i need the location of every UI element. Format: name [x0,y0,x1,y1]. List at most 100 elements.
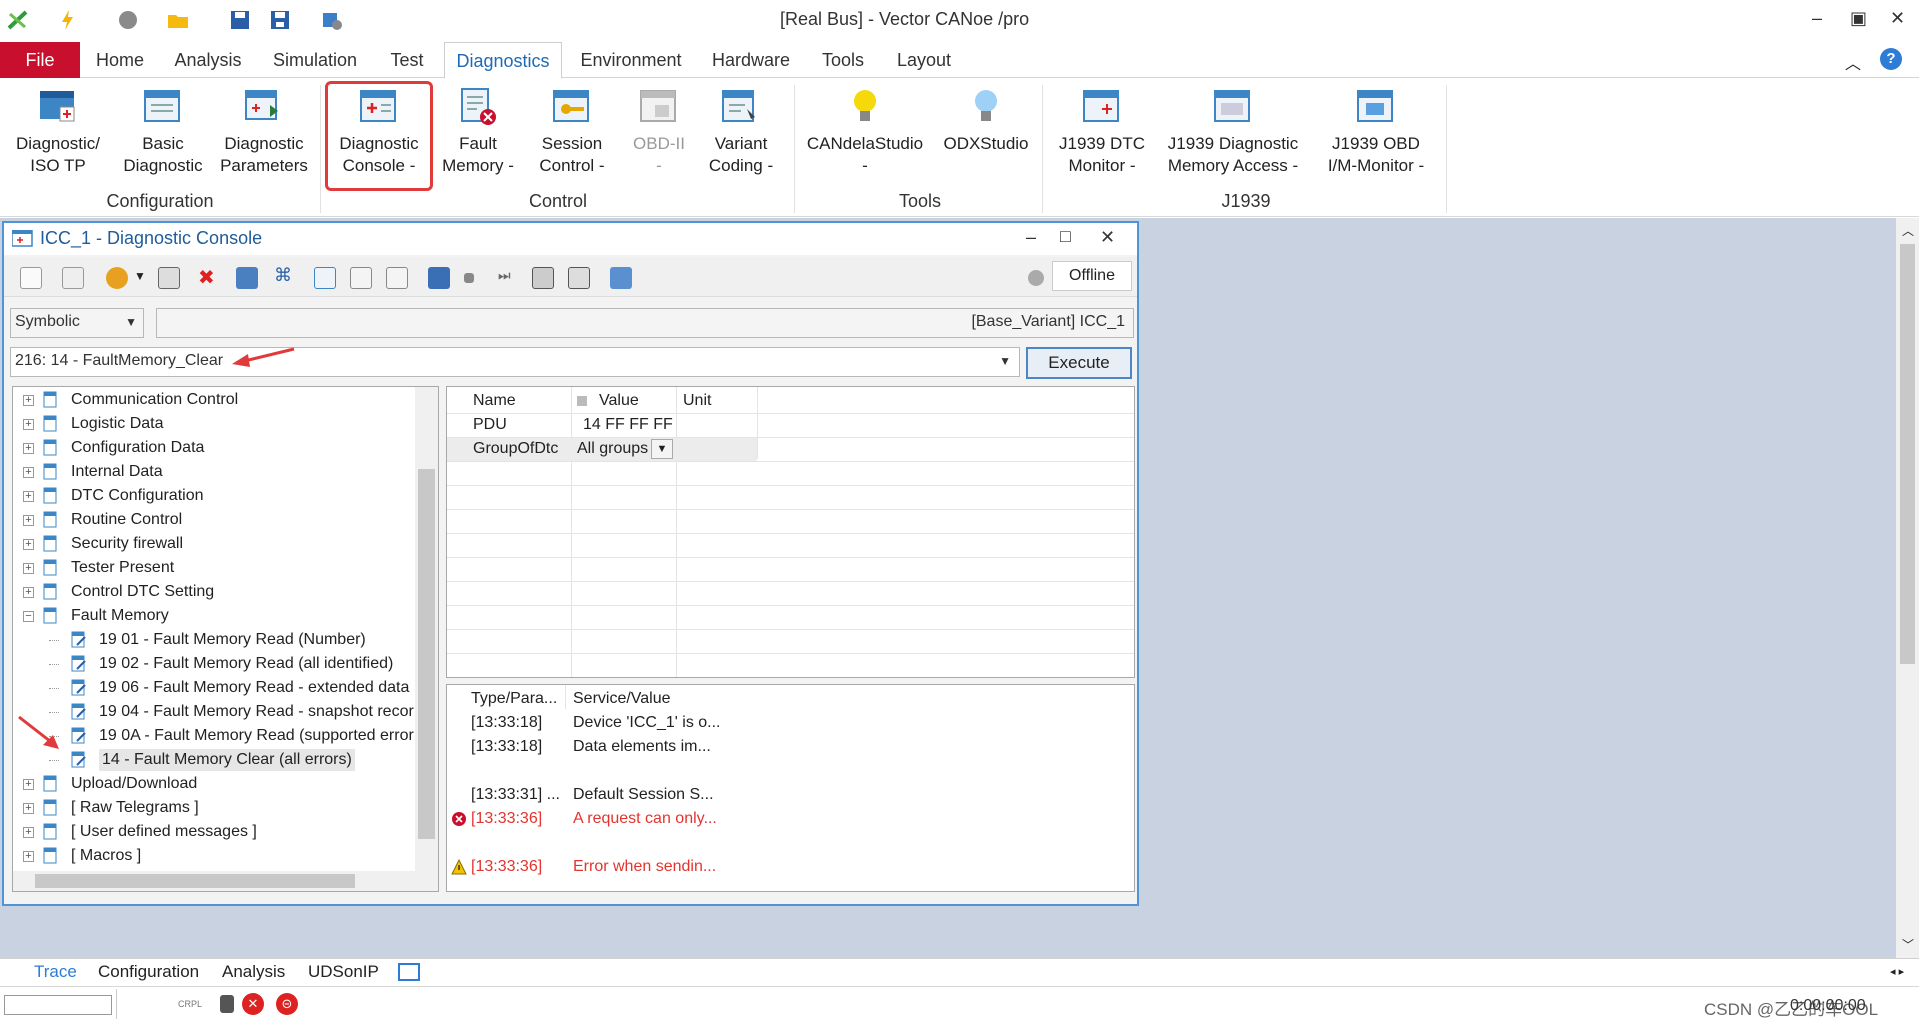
close-icon[interactable]: ✕ [1890,8,1905,29]
import-icon[interactable] [350,267,372,289]
window-icon[interactable] [610,267,632,289]
variant-coding-button[interactable]: Variant Coding - [698,87,784,177]
j1939-dtc-monitor-button[interactable]: J1939 DTC Monitor - [1050,87,1154,177]
restore-icon[interactable]: ▣ [1850,8,1867,29]
tree-subitem[interactable]: 14 - Fault Memory Clear (all errors) [99,749,355,771]
workspace-scrollbar[interactable]: ︿ ﹀ [1896,218,1919,958]
tree-item[interactable]: Logistic Data [71,413,164,435]
scroll-thumb[interactable] [1900,244,1915,664]
tree-expander-icon[interactable]: + [23,827,34,838]
tab-udsonip[interactable]: UDSonIP [308,962,379,982]
console-close-button[interactable]: ✕ [1100,227,1115,248]
table-icon[interactable] [158,267,180,289]
tab-diagnostics[interactable]: Diagnostics [444,42,562,79]
copy-icon[interactable] [62,267,84,289]
fault-memory-button[interactable]: Fault Memory - [440,87,516,177]
diagnostic-console-button[interactable]: Diagnostic Console - [330,87,428,177]
tree-expander-icon[interactable]: + [23,851,34,862]
tree-item[interactable]: DTC Configuration [71,485,204,507]
new-tab-icon[interactable] [398,963,420,981]
tree-item[interactable]: Control DTC Setting [71,581,214,603]
monitor-icon[interactable] [236,267,258,289]
grid-row-pdu-value[interactable]: 14 FF FF FF [583,413,673,437]
tree-expander-icon[interactable]: + [23,491,34,502]
tree-item[interactable]: Routine Control [71,509,182,531]
tree-subitem[interactable]: 19 04 - Fault Memory Read - snapshot rec… [99,701,414,723]
tree-item[interactable]: Configuration Data [71,437,204,459]
help-icon[interactable]: ? [1880,48,1902,70]
diagnostic-iso-tp-button[interactable]: Diagnostic/ ISO TP [8,87,108,177]
tab-file[interactable]: File [0,42,80,78]
tree-item[interactable]: [ Macros ] [71,845,141,867]
log-message[interactable]: Device 'ICC_1' is o... [573,711,721,735]
scroll-down-icon[interactable]: ﹀ [1902,936,1914,953]
panel-close-icon[interactable] [568,267,590,289]
refresh-icon[interactable] [106,267,128,289]
grid-row-group-value[interactable]: All groups [577,437,648,461]
panel-icon[interactable] [532,267,554,289]
odxstudio-button[interactable]: ODXStudio [934,87,1038,155]
document-icon[interactable] [386,267,408,289]
session-control-button[interactable]: Session Control - [526,87,618,177]
log-time[interactable]: [13:33:36] [471,807,542,831]
log-time[interactable]: [13:33:18] [471,711,542,735]
log-message[interactable]: Data elements im... [573,735,711,759]
log-message[interactable]: Error when sendin... [573,855,716,879]
collapse-ribbon-icon[interactable]: ︿ [1845,50,1861,74]
tree-item[interactable]: Security firewall [71,533,183,555]
tree-expander-icon[interactable]: + [23,515,34,526]
skip-icon[interactable]: ⏭ [498,267,511,284]
log-time[interactable]: [13:33:18] [471,735,542,759]
config-icon[interactable] [320,8,344,32]
log-message[interactable]: A request can only... [573,807,717,831]
tree-item[interactable]: Tester Present [71,557,174,579]
execute-button[interactable]: Execute [1026,347,1132,379]
tree-subitem[interactable]: 19 02 - Fault Memory Read (all identifie… [99,653,393,675]
lightning-start-icon[interactable] [56,8,80,32]
log-message[interactable]: Default Session S... [573,783,714,807]
scroll-up-icon[interactable]: ︿ [1902,222,1914,239]
tree-expander-icon[interactable]: + [23,443,34,454]
tab-tools[interactable]: Tools [812,42,874,78]
tab-analysis-bottom[interactable]: Analysis [222,962,285,982]
tab-trace[interactable]: Trace [34,962,77,982]
print-icon[interactable] [20,267,42,289]
tab-environment[interactable]: Environment [574,42,688,78]
tree-expander-icon[interactable]: + [23,779,34,790]
tree-expander-icon[interactable]: + [23,803,34,814]
minimize-icon[interactable]: – [1812,8,1822,29]
tab-scroll-arrows-icon[interactable]: ◂ ▸ [1890,965,1904,978]
tab-layout[interactable]: Layout [890,42,958,78]
export-icon[interactable] [314,267,336,289]
connect-icon[interactable] [428,267,450,289]
basic-diagnostic-button[interactable]: Basic Diagnostic [118,87,208,177]
tree-subitem[interactable]: 19 06 - Fault Memory Read - extended dat… [99,677,409,699]
scroll-thumb[interactable] [418,469,435,839]
group-dropdown-button[interactable]: ▼ [651,439,673,459]
tree-expander-icon[interactable]: + [23,587,34,598]
tree-item[interactable]: Fault Memory [71,605,169,627]
request-select[interactable]: 216: 14 - FaultMemory_Clear ▼ [10,347,1020,377]
diagnostic-parameters-button[interactable]: Diagnostic Parameters [218,87,310,177]
tab-test[interactable]: Test [382,42,432,78]
obd-ii-button[interactable]: OBD-II - [624,87,694,177]
console-minimize-button[interactable]: – [1026,227,1036,248]
save-as-icon[interactable] [268,8,292,32]
tree-item[interactable]: Communication Control [71,389,238,411]
tree-subitem[interactable]: 19 01 - Fault Memory Read (Number) [99,629,366,651]
tree-vertical-scrollbar[interactable] [415,387,438,871]
tree-expander-icon[interactable]: − [23,611,34,622]
stop-icon[interactable] [116,8,140,32]
candelastudio-button[interactable]: CANdelaStudio - [800,87,930,177]
open-folder-icon[interactable] [166,8,190,32]
tab-simulation[interactable]: Simulation [268,42,362,78]
tree-item[interactable]: [ User defined messages ] [71,821,257,843]
tree-expander-icon[interactable]: + [23,395,34,406]
log-time[interactable]: [13:33:31] ... [471,783,560,807]
tree-item[interactable]: Internal Data [71,461,163,483]
stop-small-icon[interactable] [464,273,474,283]
j1939-obd-im-monitor-button[interactable]: J1939 OBD I/M-Monitor - [1314,87,1438,177]
tab-hardware[interactable]: Hardware [706,42,796,78]
tree-subitem[interactable]: 19 0A - Fault Memory Read (supported err… [99,725,414,747]
tab-analysis[interactable]: Analysis [170,42,246,78]
